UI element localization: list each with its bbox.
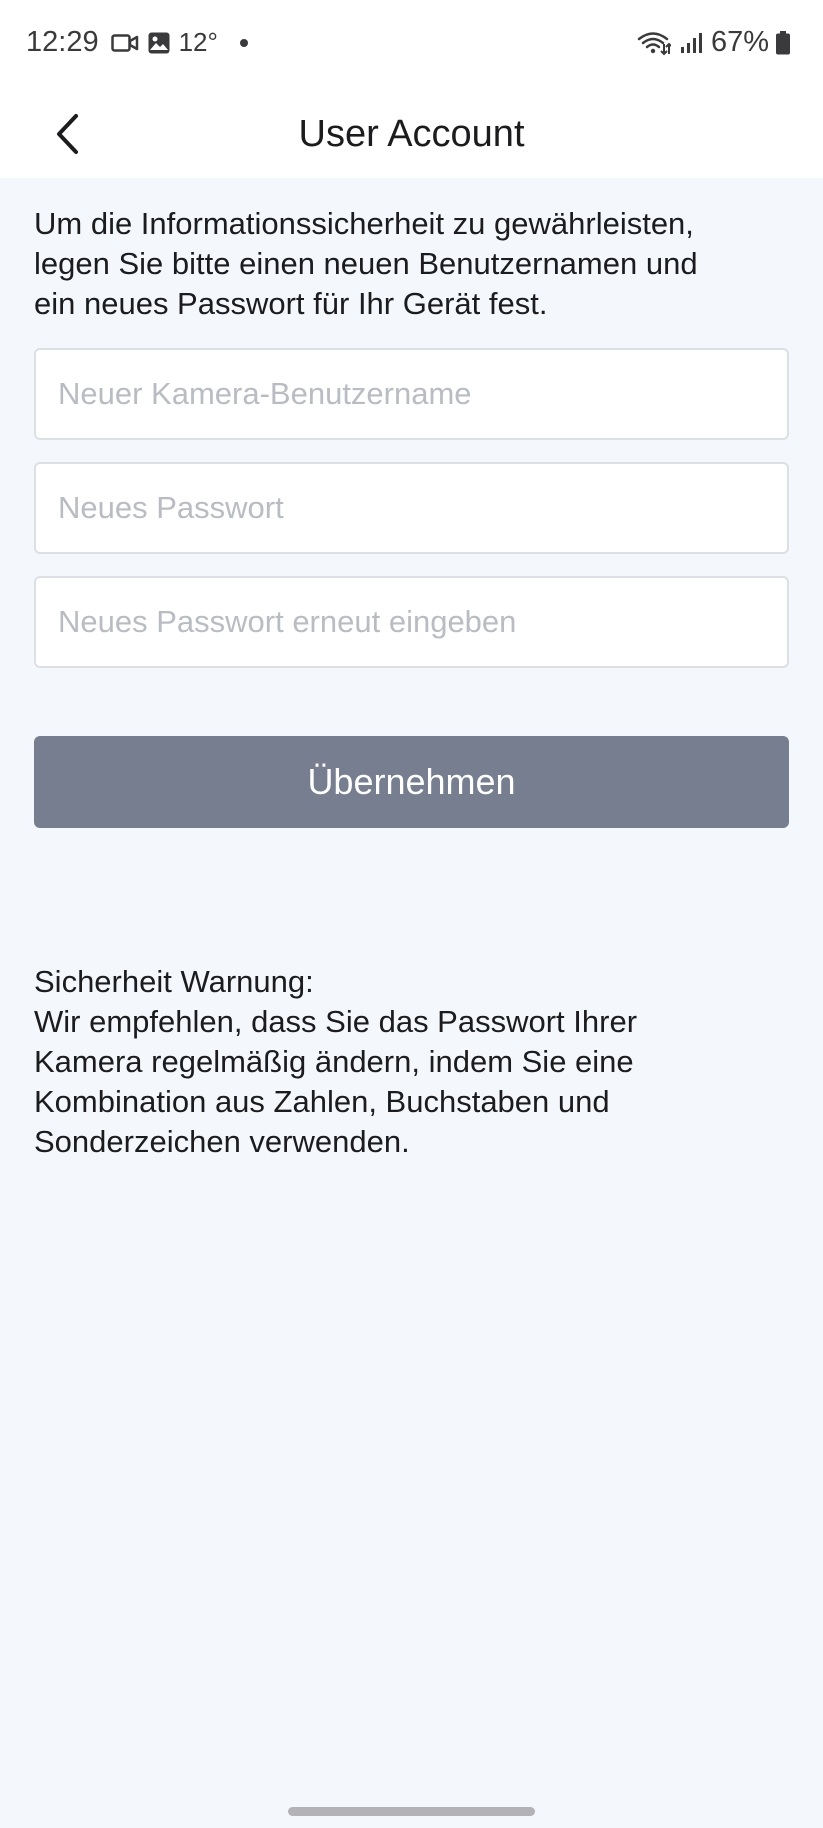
warning-title: Sicherheit Warnung: (34, 964, 314, 999)
username-input[interactable] (34, 348, 789, 440)
intro-text: Um die Informationssicherheit zu gewährl… (34, 204, 789, 324)
back-button[interactable] (36, 102, 100, 166)
new-password-input[interactable] (34, 462, 789, 554)
apply-button[interactable]: Übernehmen (34, 736, 789, 828)
intro-line: ein neues Passwort für Ihr Gerät fest. (34, 286, 548, 321)
notification-dot (239, 38, 248, 47)
battery-icon (775, 30, 791, 56)
main-content: Um die Informationssicherheit zu gewährl… (34, 178, 789, 1162)
warning-line: Kamera regelmäßig ändern, indem Sie eine (34, 1044, 634, 1079)
warning-line: Sonderzeichen verwenden. (34, 1124, 410, 1159)
intro-line: legen Sie bitte einen neuen Benutzername… (34, 246, 698, 281)
warning-line: Wir empfehlen, dass Sie das Passwort Ihr… (34, 1004, 638, 1039)
status-left: 12:29 12° (26, 26, 248, 59)
app-header: User Account (0, 90, 823, 178)
chevron-left-icon (57, 114, 78, 154)
wifi-icon (637, 30, 671, 56)
status-time: 12:29 (26, 26, 99, 58)
image-icon (147, 31, 171, 55)
signal-icon (679, 31, 703, 55)
intro-line: Um die Informationssicherheit zu gewährl… (34, 206, 694, 241)
video-icon (110, 32, 139, 54)
status-temperature: 12° (178, 27, 218, 57)
confirm-password-input[interactable] (34, 576, 789, 668)
status-bar: 12:29 12° 67% (0, 0, 823, 90)
status-right: 67% (637, 26, 799, 59)
page-title: User Account (298, 112, 525, 155)
security-warning: Sicherheit Warnung: Wir empfehlen, dass … (34, 962, 789, 1162)
battery-percentage: 67% (710, 26, 769, 58)
home-indicator[interactable] (288, 1807, 535, 1816)
warning-line: Kombination aus Zahlen, Buchstaben und (34, 1084, 610, 1119)
